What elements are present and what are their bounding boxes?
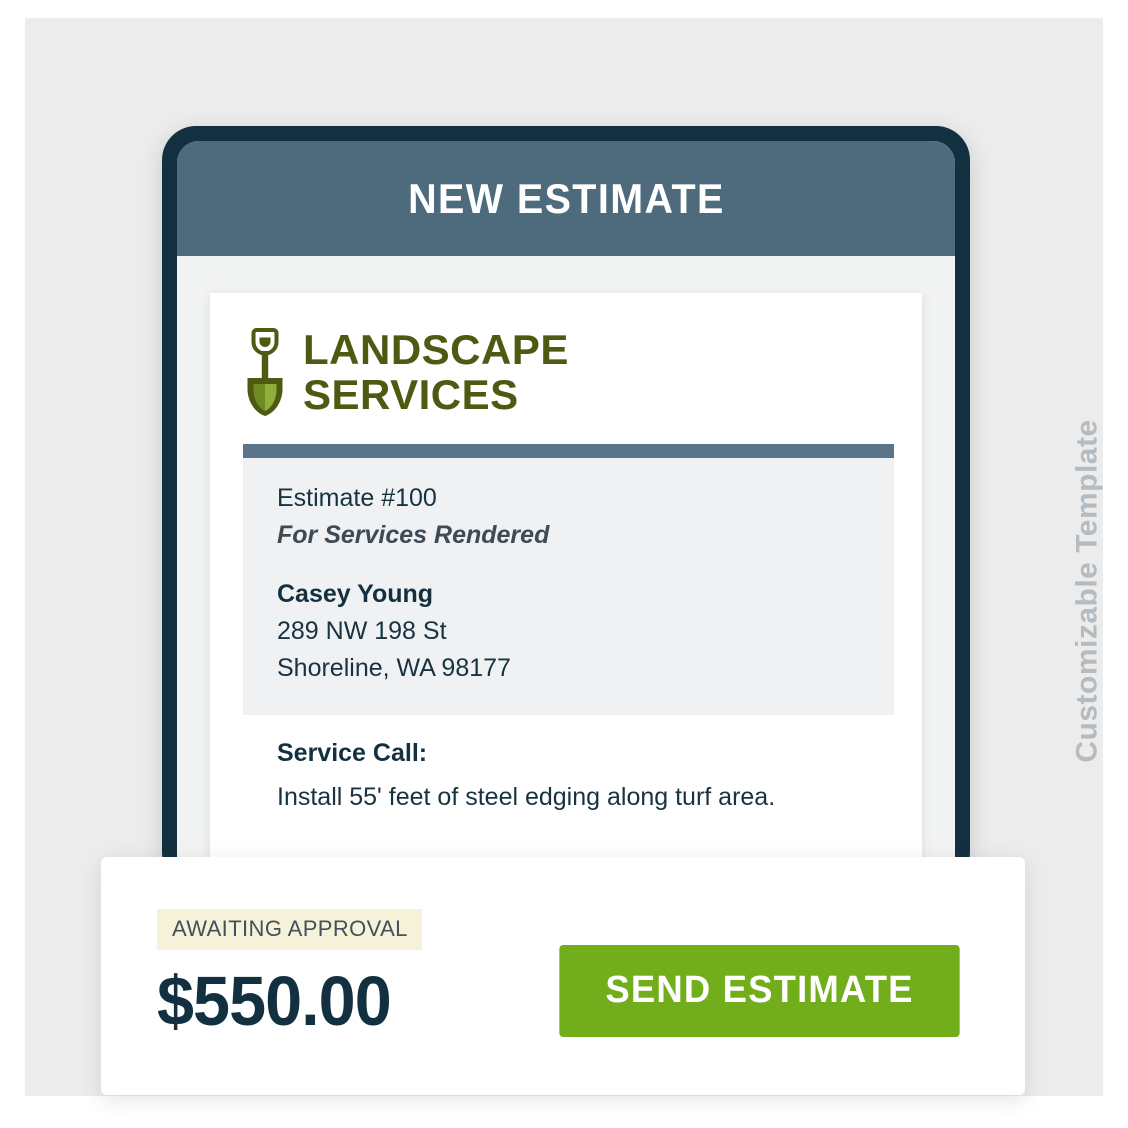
tablet-screen: NEW ESTIMATE LANDSCAPE SERVICES Estimate… — [177, 141, 955, 886]
customer-name: Casey Young — [277, 579, 434, 608]
company-logo: LANDSCAPE SERVICES — [210, 293, 922, 444]
estimate-subtitle: For Services Rendered — [277, 520, 550, 549]
company-name: LANDSCAPE SERVICES — [303, 327, 569, 418]
estimate-number: Estimate #100 — [277, 483, 437, 512]
status-badge: AWAITING APPROVAL — [157, 909, 422, 950]
document-divider-bar — [243, 443, 894, 458]
customer-address-line1: 289 NW 198 St — [277, 616, 447, 645]
app-body: LANDSCAPE SERVICES Estimate #100 For Ser… — [177, 256, 955, 886]
service-call-description: Install 55' feet of steel edging along t… — [277, 782, 776, 811]
estimate-summary-card: AWAITING APPROVAL $550.00 SEND ESTIMATE — [101, 857, 1025, 1095]
screenshot-stage: Customizable Template NEW ESTIMATE LANDS… — [0, 0, 1128, 1128]
company-name-line1: LANDSCAPE — [303, 326, 569, 373]
service-call-section: Service Call: Install 55' feet of steel … — [243, 714, 894, 845]
customizable-template-text: Customizable Template — [1071, 419, 1104, 763]
page-title: NEW ESTIMATE — [407, 174, 725, 222]
estimate-meta-panel: Estimate #100 For Services Rendered Case… — [243, 457, 894, 715]
app-header: NEW ESTIMATE — [177, 141, 955, 256]
summary-left-group: AWAITING APPROVAL $550.00 — [157, 909, 422, 1040]
estimate-total-amount: $550.00 — [157, 962, 392, 1040]
estimate-document-card: LANDSCAPE SERVICES Estimate #100 For Ser… — [210, 293, 922, 886]
customer-address-line2: Shoreline, WA 98177 — [277, 653, 511, 682]
company-name-line2: SERVICES — [303, 371, 519, 419]
send-estimate-button[interactable]: SEND ESTIMATE — [559, 945, 960, 1037]
service-call-title: Service Call: — [277, 738, 428, 767]
shovel-icon — [247, 328, 283, 417]
tablet-device-frame: NEW ESTIMATE LANDSCAPE SERVICES Estimate… — [162, 126, 970, 886]
customizable-template-label: Customizable Template — [1066, 66, 1110, 762]
